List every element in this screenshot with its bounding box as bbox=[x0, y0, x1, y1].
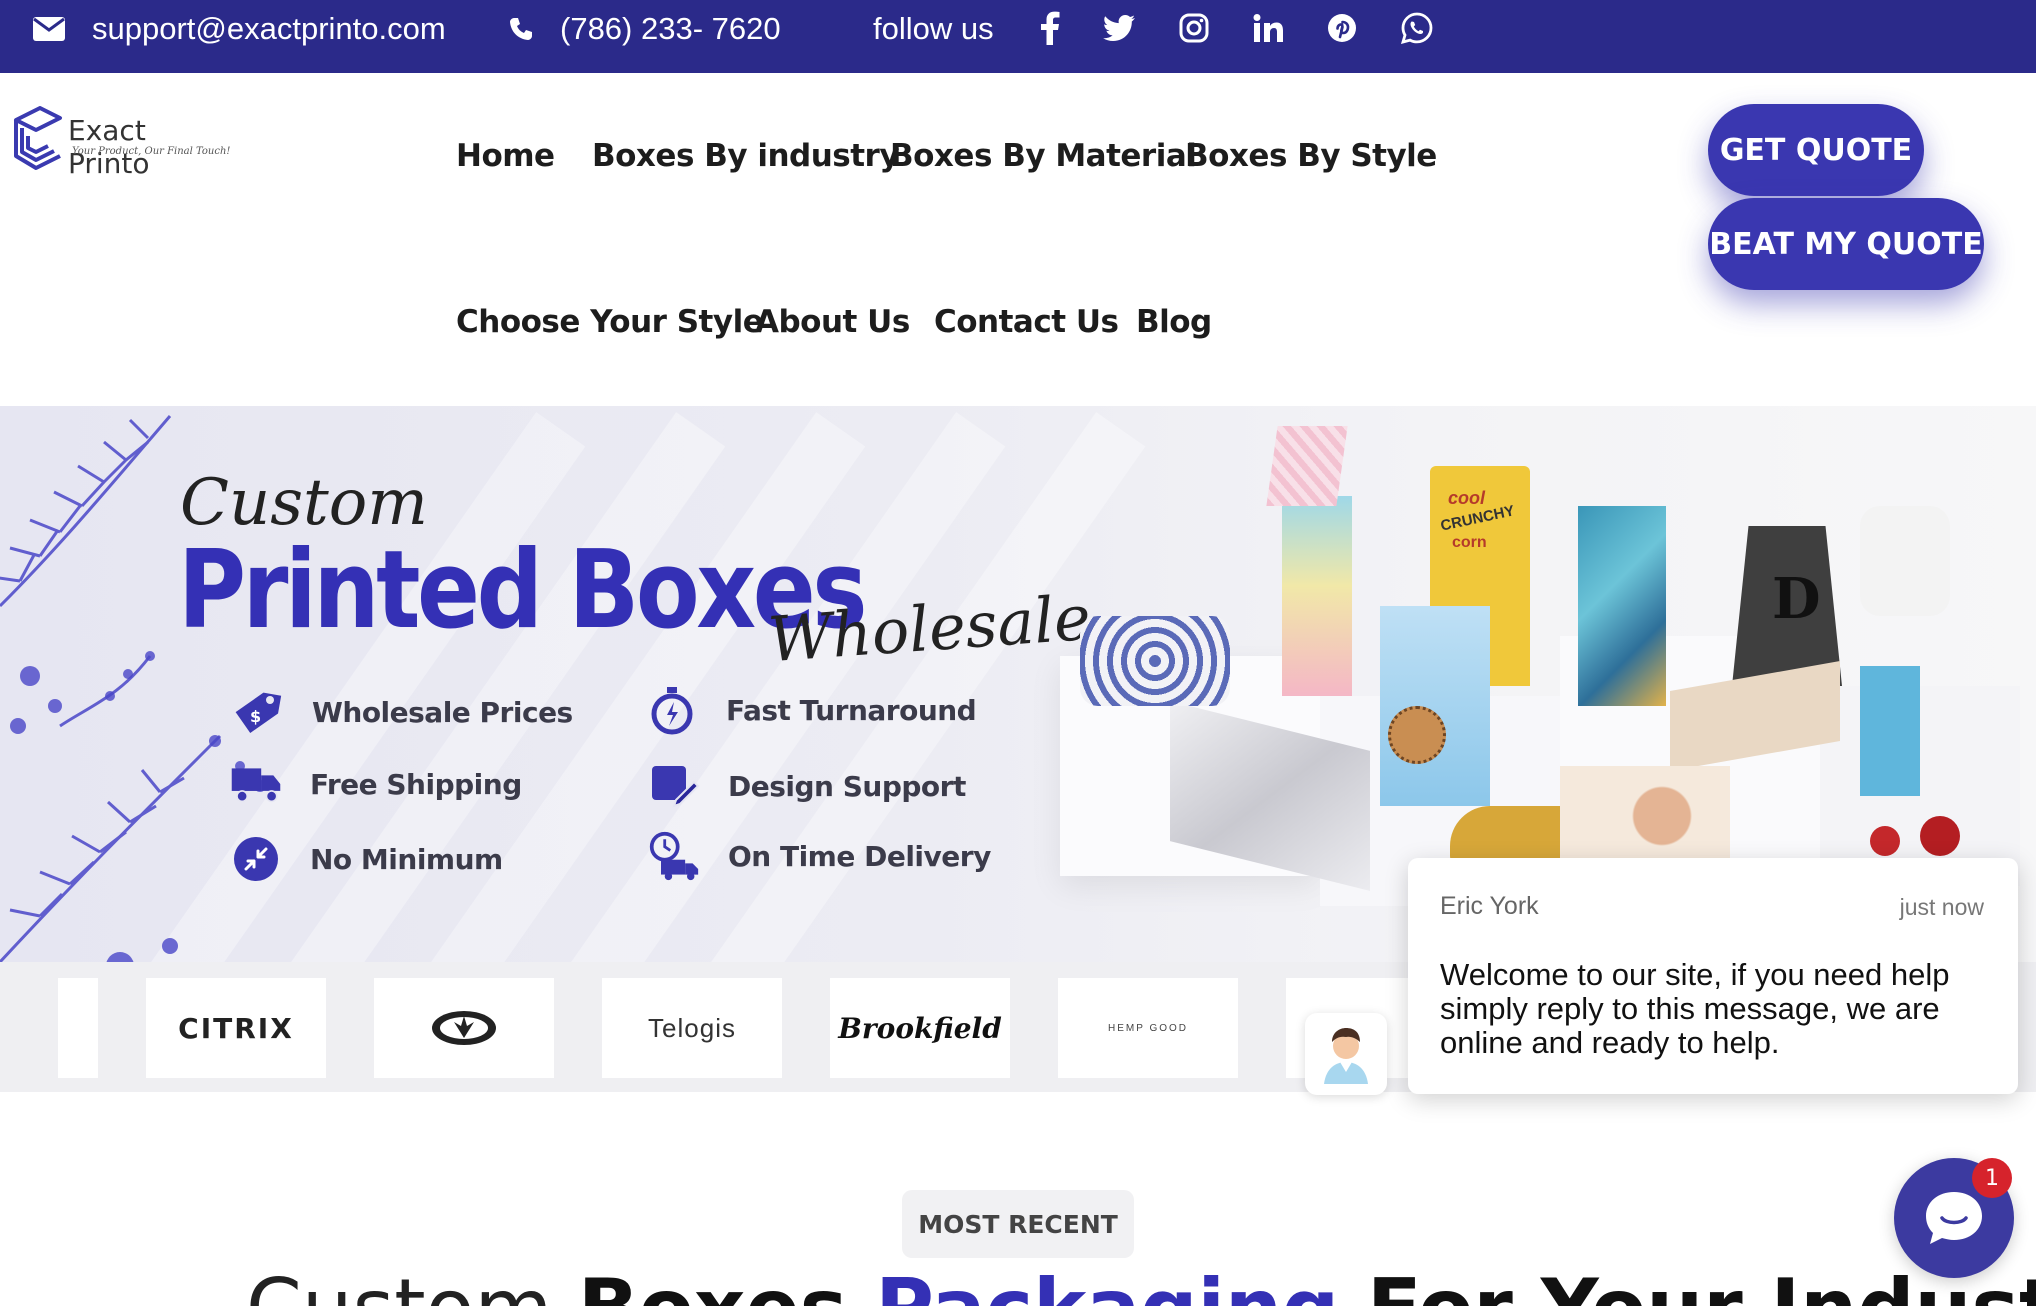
snow-box bbox=[1860, 666, 1920, 796]
feature-label: Free Shipping bbox=[310, 767, 522, 801]
heading-part-accent: Packaging bbox=[875, 1262, 1339, 1306]
cannabis-seal-icon bbox=[432, 1011, 496, 1045]
gift-bag: D bbox=[1732, 526, 1842, 686]
hero-title: Printed Boxes bbox=[178, 528, 868, 653]
get-quote-button[interactable]: GET QUOTE bbox=[1708, 104, 1924, 196]
brand-citrix: CITRIX bbox=[146, 978, 326, 1078]
nav-boxes-by-style[interactable]: Boxes By Style bbox=[1185, 138, 1437, 174]
chat-popup[interactable]: Eric York just now Welcome to our site, … bbox=[1408, 858, 2018, 1094]
gradient-box bbox=[1282, 496, 1352, 696]
agent-avatar[interactable] bbox=[1305, 1013, 1387, 1095]
nav-home[interactable]: Home bbox=[456, 138, 555, 174]
heading-part-bold: Boxes bbox=[578, 1262, 875, 1306]
agent-avatar-icon bbox=[1324, 1028, 1368, 1084]
feature-on-time-delivery: On Time Delivery bbox=[648, 830, 991, 882]
printed-pouch bbox=[1080, 616, 1230, 706]
logo-tagline: Your Product, Our Final Touch! bbox=[72, 146, 231, 157]
arrows-icon bbox=[230, 833, 282, 885]
cookie-icon bbox=[1388, 706, 1446, 764]
brand-hemp-good: HEMP GOOD bbox=[1058, 978, 1238, 1078]
chat-timestamp: just now bbox=[1899, 894, 1984, 920]
chat-message: Welcome to our site, if you need help si… bbox=[1440, 957, 1950, 1060]
brand-citrix-text: CITRIX bbox=[178, 1011, 294, 1045]
price-tag-icon: $ bbox=[232, 686, 284, 738]
ornament bbox=[1870, 826, 1900, 856]
feature-free-shipping: Free Shipping bbox=[230, 758, 522, 810]
brand-logo-partial bbox=[58, 978, 98, 1078]
heading-part-end: For Your Industry bbox=[1339, 1262, 2036, 1306]
nav-about-us[interactable]: About Us bbox=[755, 304, 910, 340]
brand-hemp-good-text: HEMP GOOD bbox=[1107, 1022, 1189, 1034]
instagram-icon[interactable] bbox=[1174, 8, 1214, 48]
nav-choose-your-style[interactable]: Choose Your Style bbox=[456, 304, 764, 340]
delivery-clock-icon bbox=[648, 830, 700, 882]
brand-brookfield-text: Brookfield bbox=[838, 1011, 1002, 1045]
whatsapp-icon[interactable] bbox=[1397, 8, 1437, 48]
corn-box-text-3: corn bbox=[1452, 534, 1487, 551]
truck-icon bbox=[230, 758, 282, 810]
feature-label: No Minimum bbox=[310, 842, 503, 876]
site-logo[interactable]: Exact Printo Your Product, Our Final Tou… bbox=[8, 106, 230, 180]
brand-brookfield: Brookfield bbox=[830, 978, 1010, 1078]
feature-no-minimum: No Minimum bbox=[230, 833, 503, 885]
corn-box-text-1: cool bbox=[1448, 488, 1486, 508]
feature-label: Wholesale Prices bbox=[312, 695, 573, 729]
feature-fast-turnaround: Fast Turnaround bbox=[646, 684, 977, 736]
feature-design-support: Design Support bbox=[648, 760, 966, 812]
chat-bubble-icon bbox=[1926, 1192, 1982, 1244]
design-pen-icon bbox=[648, 760, 700, 812]
feature-label: Design Support bbox=[728, 769, 966, 803]
facebook-icon[interactable] bbox=[1030, 8, 1070, 48]
pedestal bbox=[1820, 686, 2020, 886]
feature-label: On Time Delivery bbox=[728, 839, 991, 873]
page: support@exactprinto.com (786) 233- 7620 … bbox=[0, 0, 2036, 1306]
beat-my-quote-button[interactable]: BEAT MY QUOTE bbox=[1708, 198, 1984, 290]
most-recent-badge: MOST RECENT bbox=[902, 1190, 1134, 1258]
chat-agent-name: Eric York bbox=[1440, 892, 1539, 920]
marble-box bbox=[1578, 506, 1666, 706]
nav-blog[interactable]: Blog bbox=[1136, 304, 1212, 340]
phone-link[interactable]: (786) 233- 7620 bbox=[508, 0, 781, 58]
phone-icon bbox=[510, 18, 532, 40]
stopwatch-icon bbox=[646, 684, 698, 736]
brand-telogis: Telogis bbox=[602, 978, 782, 1078]
envelope-icon bbox=[33, 17, 65, 41]
section-heading: Custom Boxes Packaging For Your Industry bbox=[246, 1262, 2036, 1306]
phone-text: (786) 233- 7620 bbox=[560, 11, 781, 46]
feature-wholesale-prices: $ Wholesale Prices bbox=[232, 686, 573, 738]
top-contact-bar: support@exactprinto.com (786) 233- 7620 … bbox=[0, 0, 2036, 73]
brand-telogis-text: Telogis bbox=[648, 1012, 736, 1043]
gradient-box-lid bbox=[1266, 426, 1348, 506]
nav-contact-us[interactable]: Contact Us bbox=[934, 304, 1119, 340]
linkedin-icon[interactable] bbox=[1248, 8, 1288, 48]
jar bbox=[1860, 506, 1950, 616]
heading-part-light: Custom bbox=[246, 1262, 578, 1306]
gift-bag-letter: D bbox=[1772, 566, 1821, 632]
nav-boxes-by-industry[interactable]: Boxes By industry bbox=[592, 138, 900, 174]
brand-cannabis-seal bbox=[374, 978, 554, 1078]
cookie-box bbox=[1380, 606, 1490, 806]
follow-us-label: follow us bbox=[873, 11, 994, 46]
email-text: support@exactprinto.com bbox=[92, 11, 446, 46]
feature-label: Fast Turnaround bbox=[726, 693, 977, 727]
ornament bbox=[1920, 816, 1960, 856]
pinterest-icon[interactable] bbox=[1322, 8, 1362, 48]
portrait-box bbox=[1560, 766, 1730, 866]
nav-boxes-by-material[interactable]: Boxes By Material bbox=[890, 138, 1197, 174]
unread-count-badge: 1 bbox=[1972, 1158, 2012, 1198]
twitter-icon[interactable] bbox=[1099, 8, 1139, 48]
logo-mark-icon bbox=[14, 106, 62, 170]
svg-text:$: $ bbox=[250, 707, 261, 726]
email-link[interactable]: support@exactprinto.com bbox=[32, 0, 446, 58]
